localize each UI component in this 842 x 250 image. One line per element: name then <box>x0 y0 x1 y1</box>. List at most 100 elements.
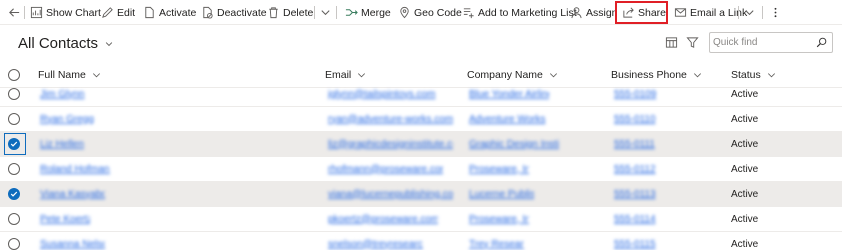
status-cell: Active <box>731 188 759 200</box>
phone-cell[interactable]: 555-0112 <box>614 157 669 181</box>
company-cell[interactable]: Adventure Works <box>469 107 549 131</box>
share-button[interactable]: Share <box>622 0 666 25</box>
full-name-cell[interactable]: Roland Hofmann <box>40 157 110 181</box>
email-a-link-button[interactable]: Email a Link <box>674 0 747 25</box>
chevron-down-icon <box>321 10 330 16</box>
table-row[interactable]: Liz Hellen liz@graphicdesigninstitute.co… <box>0 132 842 157</box>
show-chart-button[interactable]: Show Chart <box>30 0 101 25</box>
location-pin-icon <box>400 6 409 19</box>
company-cell[interactable]: Blue Yonder Airlines <box>469 82 549 106</box>
row-select-checkbox[interactable] <box>8 88 20 100</box>
table-row[interactable]: Roland Hofmann rhofmann@proseware.com Pr… <box>0 157 842 182</box>
company-cell[interactable]: Proseware, Inc. <box>469 157 529 181</box>
merge-button[interactable]: Merge <box>345 0 391 25</box>
edit-button[interactable]: Edit <box>101 0 135 25</box>
search-icon[interactable] <box>816 37 827 48</box>
add-list-icon <box>463 8 474 19</box>
geo-code-button[interactable]: Geo Code <box>398 0 462 25</box>
column-header-label: Status <box>731 69 761 81</box>
column-header-label: Full Name <box>38 69 86 81</box>
company-cell[interactable]: Proseware, Inc. <box>469 207 529 231</box>
status-cell: Active <box>731 163 759 175</box>
filter-icon[interactable] <box>686 36 699 49</box>
chevron-down-icon <box>92 72 100 77</box>
toolbar-divider <box>336 6 337 19</box>
email-link-icon <box>674 8 687 17</box>
email-cell[interactable]: pkoertz@proseware.com <box>328 207 438 231</box>
phone-cell[interactable]: 555-0111 <box>614 132 669 156</box>
activate-button[interactable]: Activate <box>143 0 196 25</box>
merge-label: Merge <box>361 6 391 19</box>
view-selector[interactable]: All Contacts <box>18 35 114 52</box>
row-select-checkbox[interactable] <box>8 138 20 150</box>
person-icon <box>571 7 582 19</box>
email-cell[interactable]: ryan@adventure-works.com <box>328 107 453 131</box>
company-cell[interactable]: Lucerne Publishing <box>469 182 534 206</box>
table-row[interactable]: Ryan Gregg ryan@adventure-works.com Adve… <box>0 107 842 132</box>
share-icon <box>623 7 634 18</box>
delete-label: Delete <box>283 6 314 19</box>
checkmark-icon <box>10 191 18 197</box>
email-cell[interactable]: rhofmann@proseware.com <box>328 157 443 181</box>
full-name-cell[interactable]: Liz Hellen <box>40 132 100 156</box>
email-cell[interactable]: viana@lucernepublishing.com <box>328 182 453 206</box>
email-cell[interactable]: jglynn@tailspintoys.com <box>328 82 453 106</box>
geo-code-label: Geo Code <box>414 6 462 19</box>
toolbar-divider <box>762 6 763 19</box>
edit-columns-icon[interactable] <box>665 36 678 49</box>
assign-label: Assign <box>586 6 618 19</box>
quick-find-input[interactable] <box>713 34 813 51</box>
column-header-label: Company Name <box>467 69 543 81</box>
more-vertical-icon <box>774 7 777 18</box>
full-name-cell[interactable]: Viana Kasyabova <box>40 182 105 206</box>
email-cell[interactable]: liz@graphicdesigninstitute.com <box>328 132 453 156</box>
row-select-checkbox[interactable] <box>8 238 20 250</box>
full-name-cell[interactable]: Pete Koertz <box>40 207 90 231</box>
document-icon <box>145 6 154 19</box>
full-name-cell[interactable]: Jim Glynn <box>40 82 100 106</box>
edit-label: Edit <box>117 6 136 19</box>
row-select-checkbox[interactable] <box>8 213 20 225</box>
chevron-down-icon <box>105 41 113 46</box>
table-row[interactable]: Pete Koertz pkoertz@proseware.com Prosew… <box>0 207 842 232</box>
full-name-cell[interactable]: Susanna Nelson <box>40 232 105 250</box>
toolbar-divider <box>24 6 25 19</box>
column-header-label: Business Phone <box>611 69 687 81</box>
delete-more-chevron[interactable] <box>319 0 335 25</box>
delete-button[interactable]: Delete <box>267 0 313 25</box>
add-to-marketing-list-button[interactable]: Add to Marketing List <box>462 0 577 25</box>
row-select-checkbox[interactable] <box>8 188 20 200</box>
deactivate-button[interactable]: Deactivate <box>201 0 267 25</box>
activate-label: Activate <box>159 6 197 19</box>
back-arrow-icon <box>9 8 20 17</box>
phone-cell[interactable]: 555-0114 <box>614 207 669 231</box>
back-button[interactable] <box>8 0 24 25</box>
status-cell: Active <box>731 238 759 250</box>
assign-button[interactable]: Assign <box>570 0 618 25</box>
chart-icon <box>30 6 43 19</box>
phone-cell[interactable]: 555-0113 <box>614 182 669 206</box>
email-more-chevron[interactable] <box>743 0 759 25</box>
table-row[interactable]: Susanna Nelson snelson@treyresearch.net … <box>0 232 842 250</box>
phone-cell[interactable]: 555-0110 <box>614 107 669 131</box>
company-cell[interactable]: Graphic Design Institute <box>469 132 559 156</box>
full-name-cell[interactable]: Ryan Gregg <box>40 107 100 131</box>
pencil-icon <box>102 7 113 18</box>
email-cell[interactable]: snelson@treyresearch.net <box>328 232 423 250</box>
chevron-down-icon <box>549 72 557 77</box>
select-all-checkbox[interactable] <box>8 69 20 81</box>
table-row[interactable]: Viana Kasyabova viana@lucernepublishing.… <box>0 182 842 207</box>
status-cell: Active <box>731 113 759 125</box>
phone-cell[interactable]: 555-0109 <box>614 82 669 106</box>
quick-find-box <box>709 32 833 53</box>
row-select-checkbox[interactable] <box>8 113 20 125</box>
more-commands-button[interactable] <box>769 0 785 25</box>
phone-cell[interactable]: 555-0115 <box>614 232 669 250</box>
deactivate-label: Deactivate <box>217 6 267 19</box>
status-cell: Active <box>731 88 759 100</box>
row-select-checkbox[interactable] <box>8 163 20 175</box>
table-row[interactable]: Jim Glynn jglynn@tailspintoys.com Blue Y… <box>0 82 842 107</box>
add-to-marketing-list-label: Add to Marketing List <box>478 6 577 19</box>
company-cell[interactable]: Trey Research <box>469 232 524 250</box>
command-bar: Show Chart Edit Activate Deactivate Dele… <box>0 0 842 25</box>
